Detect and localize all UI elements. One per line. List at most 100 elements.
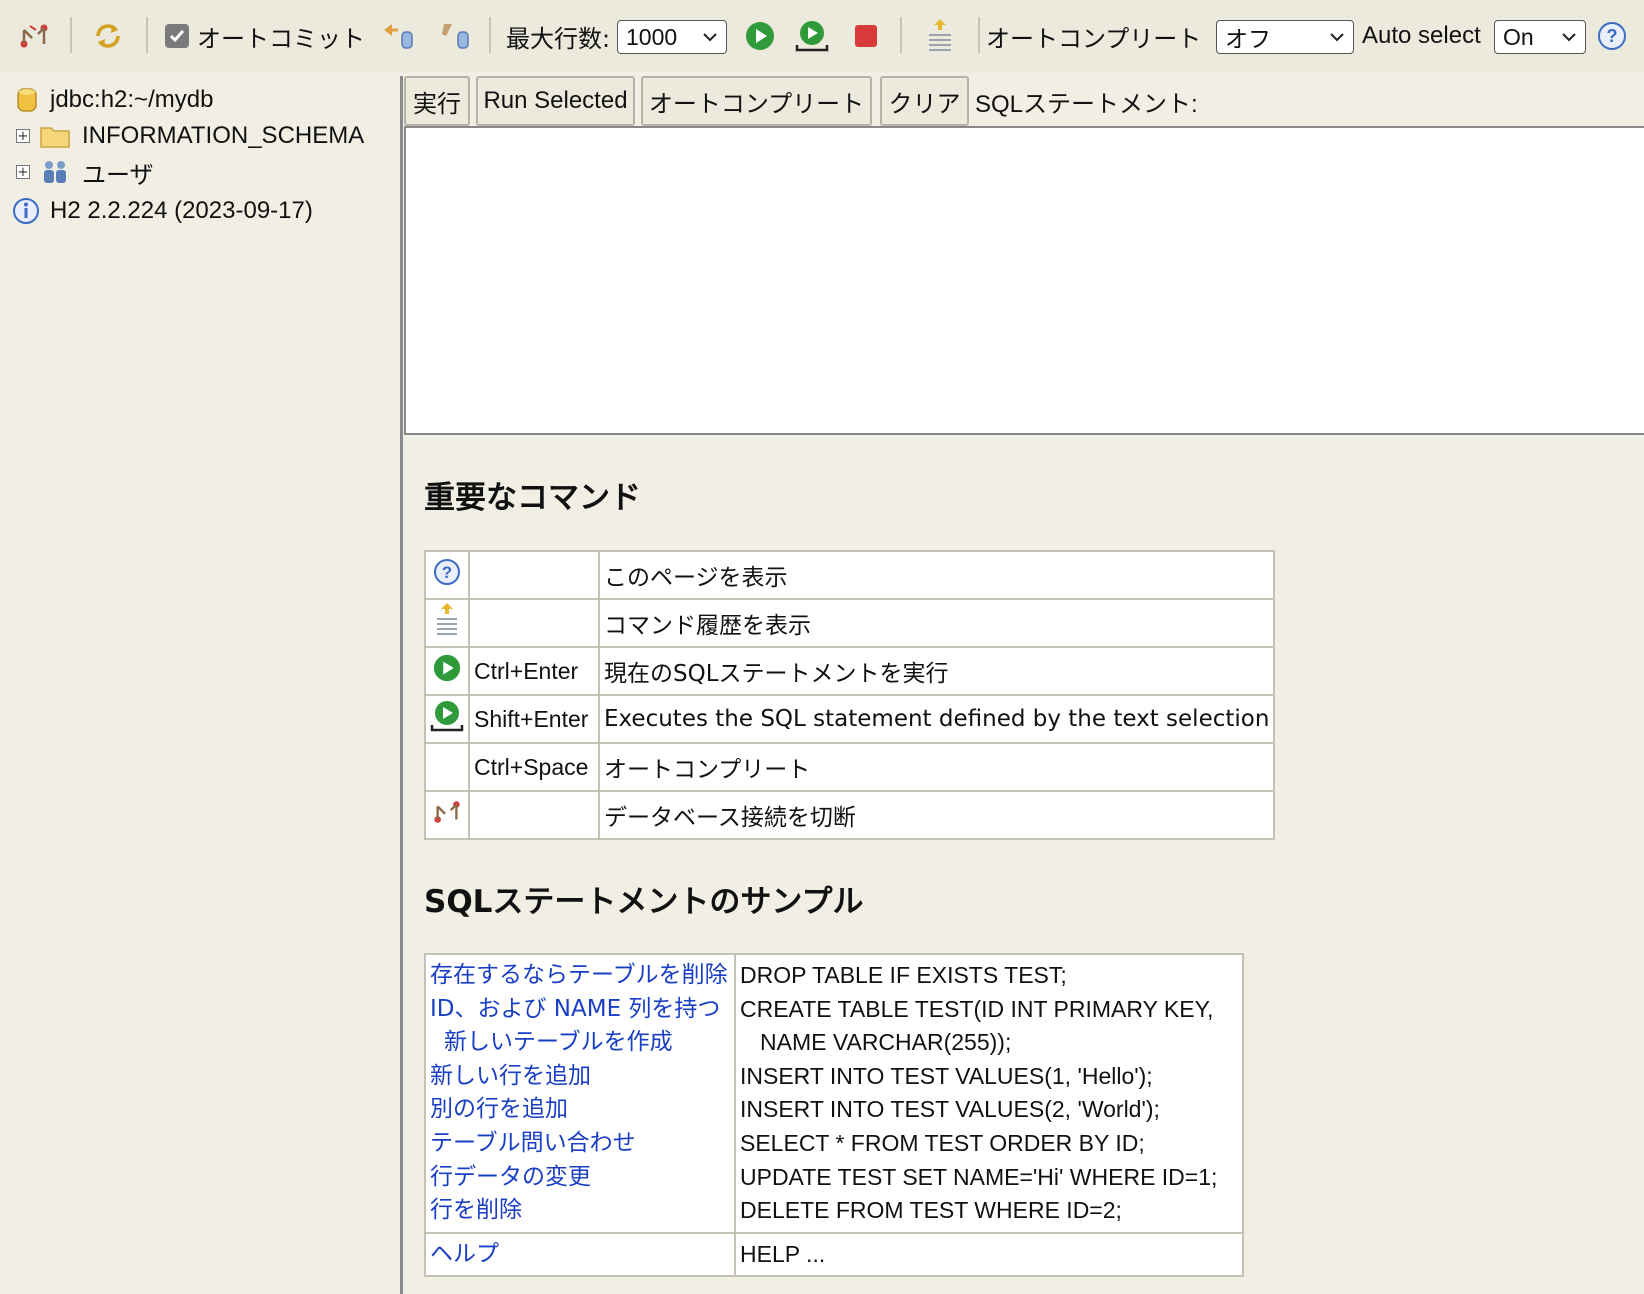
autoselect-label: Auto select [1362,22,1481,49]
samples-table: 存在するならテーブルを削除 ID、および NAME 列を持つ 新しいテーブルを作… [424,953,1244,1278]
sample-link-insert2[interactable]: 別の行を追加 [430,1093,730,1127]
command-description: データベース接続を切断 [597,790,1276,840]
command-description: オートコンプリート [597,742,1276,792]
folder-icon [40,123,70,149]
commit-icon [438,20,474,52]
run-button[interactable] [744,0,776,72]
autoselect-select[interactable]: On [1494,20,1586,54]
sql-editor[interactable] [404,126,1644,435]
sample-link-update[interactable]: 行データの変更 [430,1161,730,1195]
max-rows-label-wrap: 最大行数: [506,0,610,72]
help-icon-cell: ? [424,550,470,600]
shortcut-key: Shift+Enter [468,694,600,744]
version-label: H2 2.2.224 (2023-09-17) [50,197,313,224]
toolbar: オートコミット 最大行数: 1000 オートコンプリート オフ Auto sel… [0,0,1644,72]
command-description: コマンド履歴を表示 [597,598,1276,648]
sample-code-update: UPDATE TEST SET NAME='Hi' WHERE ID=1; [740,1163,1218,1190]
sql-statement-label: SQLステートメント: [975,90,1198,118]
schema-tree: jdbc:h2:~/mydb + INFORMATION_SCHEMA + ユー… [0,72,400,1294]
command-description: Executes the SQL statement defined by th… [597,694,1276,744]
pane-divider[interactable] [400,76,403,1294]
commit-button[interactable] [438,0,474,72]
refresh-icon [92,20,124,52]
rollback-icon [380,20,416,52]
table-row: 存在するならテーブルを削除 ID、および NAME 列を持つ 新しいテーブルを作… [424,953,1244,1234]
command-description: このページを表示 [597,550,1276,600]
expand-icon[interactable]: + [16,129,30,143]
chevron-down-icon [1329,32,1345,42]
users-icon [40,158,70,186]
tree-connection[interactable]: jdbc:h2:~/mydb [16,82,213,118]
run-selected-button[interactable] [794,0,830,72]
help-button[interactable]: ? [1598,0,1626,72]
disconnect-button[interactable] [18,0,50,72]
max-rows-label: 最大行数: [506,24,611,53]
sample-code-query: SELECT * FROM TEST ORDER BY ID; [740,1129,1145,1156]
chevron-down-icon [1561,32,1577,42]
shortcut-key: Ctrl+Enter [468,646,600,696]
tree-item-label: ユーザ [82,161,154,189]
run-action-button[interactable]: 実行 [404,76,470,126]
shortcut-key [468,550,600,600]
tree-item-users[interactable]: + ユーザ [16,154,154,190]
autocommit-label: オートコミット [197,24,365,53]
table-row: データベース接続を切断 [424,790,1276,840]
disconnect-icon [18,20,50,52]
help-icon: ? [433,558,461,586]
svg-text:?: ? [442,563,452,582]
autocomplete-value: オフ [1225,26,1271,52]
info-icon [12,197,40,225]
max-rows-select[interactable]: 1000 [617,20,727,54]
sample-link-drop[interactable]: 存在するならテーブルを削除 [430,959,730,993]
sample-code-delete: DELETE FROM TEST WHERE ID=2; [740,1197,1122,1224]
tree-item-information-schema[interactable]: + INFORMATION_SCHEMA [16,118,364,154]
table-row: Ctrl+Space オートコンプリート [424,742,1276,792]
stop-icon [853,23,879,49]
max-rows-value: 1000 [626,23,678,50]
connection-label: jdbc:h2:~/mydb [50,86,214,113]
run-icon [744,20,776,52]
expand-icon[interactable]: + [16,165,30,179]
run-selected-icon [794,19,830,53]
shortcut-key [468,598,600,648]
sample-link-query[interactable]: テーブル問い合わせ [430,1127,730,1161]
shortcut-key: Ctrl+Space [468,742,600,792]
sample-links-cell: 存在するならテーブルを削除 ID、および NAME 列を持つ 新しいテーブルを作… [424,953,736,1234]
sample-code-insert1: INSERT INTO TEST VALUES(1, 'Hello'); [740,1062,1153,1089]
help-icon: ? [1598,22,1626,50]
rollback-button[interactable] [380,0,416,72]
history-icon [434,602,460,638]
shortcut-key [468,790,600,840]
autocomplete-action-button[interactable]: オートコンプリート [641,76,872,126]
run-selected-action-button[interactable]: Run Selected [476,76,635,126]
autocomplete-select[interactable]: オフ [1216,20,1354,54]
checkbox-check-icon[interactable] [165,24,189,48]
commands-title: 重要なコマンド [424,480,641,516]
sample-link-insert1[interactable]: 新しい行を追加 [430,1060,730,1094]
autocommit-checkbox[interactable]: オートコミット [165,0,365,72]
sample-code-create: CREATE TABLE TEST(ID INT PRIMARY KEY, [740,995,1214,1022]
clear-button[interactable]: クリア [880,76,969,126]
run-icon [432,653,462,683]
autoselect-value: On [1503,23,1534,50]
sample-link-create[interactable]: ID、および NAME 列を持つ [430,993,730,1027]
tree-version: H2 2.2.224 (2023-09-17) [12,193,313,229]
sample-link-delete[interactable]: 行を削除 [430,1194,730,1228]
database-icon [16,86,38,114]
commands-table: ? このページを表示 コマンド履歴を表示 Ctrl+Enter 現在のSQLステ… [424,550,1276,840]
run-selected-icon [429,699,465,733]
refresh-button[interactable] [92,0,124,72]
disconnect-icon [432,797,462,827]
table-row: Ctrl+Enter 現在のSQLステートメントを実行 [424,646,1276,696]
sample-code-create-cont: NAME VARCHAR(255)); [760,1029,1012,1056]
sample-link-help[interactable]: ヘルプ [430,1238,730,1272]
command-description: 現在のSQLステートメントを実行 [597,646,1276,696]
history-icon [925,17,955,55]
chevron-down-icon [702,32,718,42]
table-row: コマンド履歴を表示 [424,598,1276,648]
table-row: ? このページを表示 [424,550,1276,600]
stop-button[interactable] [853,0,879,72]
sample-link-create-cont[interactable]: 新しいテーブルを作成 [430,1026,730,1060]
history-button[interactable] [925,0,955,72]
sample-code-drop: DROP TABLE IF EXISTS TEST; [740,962,1067,988]
